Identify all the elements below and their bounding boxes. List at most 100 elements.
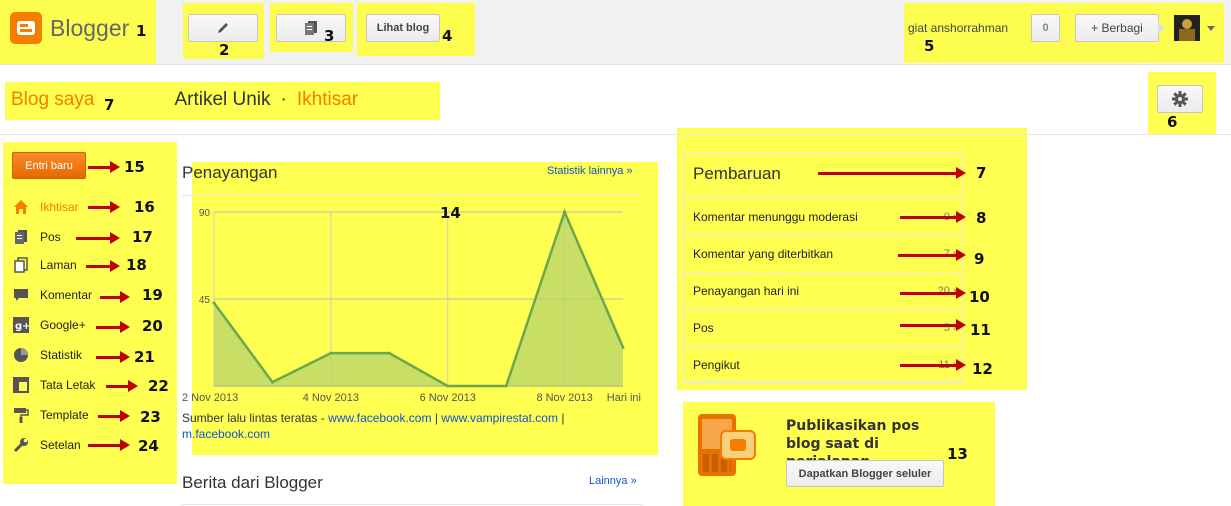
- paint-roller-icon: [12, 406, 30, 424]
- sidebar-item-komentar[interactable]: Komentar: [12, 284, 92, 306]
- arrow: [86, 260, 120, 272]
- sidebar-item-statistik[interactable]: Statistik: [12, 344, 82, 366]
- notification-count[interactable]: 0: [1031, 14, 1060, 42]
- avatar[interactable]: [1174, 15, 1200, 41]
- chart-point: [212, 301, 216, 305]
- news-divider: [182, 504, 642, 505]
- annotation-number: 17: [132, 228, 153, 246]
- breadcrumb-separator: ·: [280, 89, 287, 110]
- gear-icon: [1172, 91, 1188, 107]
- blogger-logo[interactable]: Blogger: [10, 12, 129, 44]
- new-post-button[interactable]: [188, 14, 258, 42]
- annotation-number: 6: [1167, 113, 1178, 131]
- sidebar-item-laman[interactable]: Laman: [12, 254, 77, 276]
- arrow: [106, 380, 138, 392]
- chart-point: [563, 210, 567, 214]
- chart-x-tick-label: 2 Nov 2013: [182, 392, 238, 404]
- annotation-number: 2: [219, 41, 230, 59]
- arrow: [88, 161, 120, 173]
- pie-chart-icon: [12, 346, 30, 364]
- posts-list-button[interactable]: [276, 14, 346, 42]
- news-more-link[interactable]: Lainnya »: [589, 475, 637, 487]
- updates-title: Pembaruan: [693, 164, 781, 183]
- arrow: [100, 291, 130, 303]
- traffic-source-link[interactable]: m.facebook.com: [182, 427, 270, 441]
- svg-text:g+: g+: [15, 321, 29, 332]
- google-plus-icon: g+: [12, 316, 30, 334]
- sidebar-item-setelan[interactable]: Setelan: [12, 434, 81, 456]
- arrow: [76, 232, 120, 244]
- posts-icon: [305, 21, 317, 35]
- chart-x-tick-label: 6 Nov 2013: [420, 392, 476, 404]
- sidebar-item-label: Laman: [40, 258, 77, 272]
- username[interactable]: giat anshorrahman: [908, 21, 1008, 35]
- sidebar-item-tata-letak[interactable]: Tata Letak: [12, 374, 95, 396]
- annotation-number: 14: [440, 204, 461, 222]
- chart-point: [446, 384, 450, 388]
- sidebar-item-label: Ikhtisar: [40, 200, 79, 214]
- news-title: Berita dari Blogger: [182, 473, 323, 492]
- annotation-number: 8: [976, 209, 987, 227]
- breadcrumb: Blog saya Artikel Unik · Ikhtisar: [11, 89, 358, 111]
- chart-x-tick-label: Hari ini: [607, 392, 641, 404]
- layout-icon: [12, 376, 30, 394]
- pages-icon: [12, 256, 30, 274]
- sidebar-item-ikhtisar[interactable]: Ikhtisar: [12, 196, 79, 218]
- updates-title-divider: [683, 197, 963, 198]
- annotation-number: 4: [442, 27, 453, 45]
- share-button[interactable]: + Berbagi: [1075, 14, 1159, 42]
- arrow: [898, 249, 966, 261]
- chart-x-tick-label: 8 Nov 2013: [536, 392, 592, 404]
- more-stats-link[interactable]: Statistik lainnya »: [547, 165, 633, 177]
- annotation-number: 22: [148, 377, 169, 395]
- wrench-icon: [12, 436, 30, 454]
- pageviews-title: Penayangan: [182, 163, 278, 182]
- chevron-down-icon[interactable]: [1207, 26, 1215, 31]
- sidebar-item-label: Template: [40, 408, 89, 422]
- annotation-number: 19: [142, 286, 163, 304]
- sidebar-item-label: Google+: [40, 318, 86, 332]
- arrow: [900, 211, 966, 223]
- updates-row-label: Penayangan hari ini: [693, 284, 800, 298]
- updates-row[interactable]: Pos 5 »: [683, 310, 963, 347]
- annotation-number: 13: [947, 445, 968, 463]
- annotation-number: 12: [972, 360, 993, 378]
- chart-point: [329, 351, 333, 355]
- annotation-number: 23: [140, 408, 161, 426]
- annotation-number: 1: [136, 22, 147, 40]
- sidebar-item-template[interactable]: Template: [12, 404, 89, 426]
- new-post-sidebar-button[interactable]: Entri baru: [12, 152, 86, 179]
- pageviews-chart: 90 45 2 Nov 2013 4 Nov 2013 6 Nov 2013 8 Nov …: [182, 208, 641, 404]
- share-button-notch: [1158, 22, 1165, 34]
- sidebar-item-pos[interactable]: Pos: [12, 226, 61, 248]
- highlight-sidebar: [3, 142, 177, 484]
- annotation-number: 11: [970, 321, 991, 339]
- updates-row-label: Komentar menunggu moderasi: [693, 210, 858, 224]
- updates-row-label: Pos: [693, 321, 714, 335]
- sidebar-item-label: Statistik: [40, 348, 83, 362]
- arrow: [88, 439, 130, 451]
- sidebar-item-label: Pos: [40, 230, 61, 244]
- my-blogs-link[interactable]: Blog saya: [11, 89, 94, 111]
- traffic-source-link[interactable]: www.vampirestat.com: [441, 411, 558, 425]
- sidebar-item-label: Tata Letak: [40, 378, 96, 392]
- get-mobile-button[interactable]: Dapatkan Blogger seluler: [786, 460, 944, 487]
- annotation-number: 15: [124, 158, 145, 176]
- sidebar-item-google-[interactable]: g+ Google+: [12, 314, 86, 336]
- comment-icon: [12, 286, 30, 304]
- blog-name[interactable]: Artikel Unik: [174, 89, 270, 111]
- arrow: [88, 201, 120, 213]
- traffic-source-link[interactable]: www.facebook.com: [328, 411, 431, 425]
- view-blog-button[interactable]: Lihat blog: [366, 14, 440, 42]
- settings-button[interactable]: [1157, 85, 1203, 113]
- chart-y-tick-label: 90: [199, 208, 211, 219]
- annotation-number: 7: [976, 164, 987, 182]
- annotation-number: 7: [104, 96, 115, 114]
- posts-icon: [12, 228, 30, 246]
- chart-y-tick-label: 45: [199, 295, 211, 306]
- pageviews-divider: [182, 195, 642, 196]
- chart-point: [387, 351, 391, 355]
- arrow: [900, 319, 966, 331]
- annotation-number: 21: [134, 348, 155, 366]
- chart-point: [621, 345, 625, 349]
